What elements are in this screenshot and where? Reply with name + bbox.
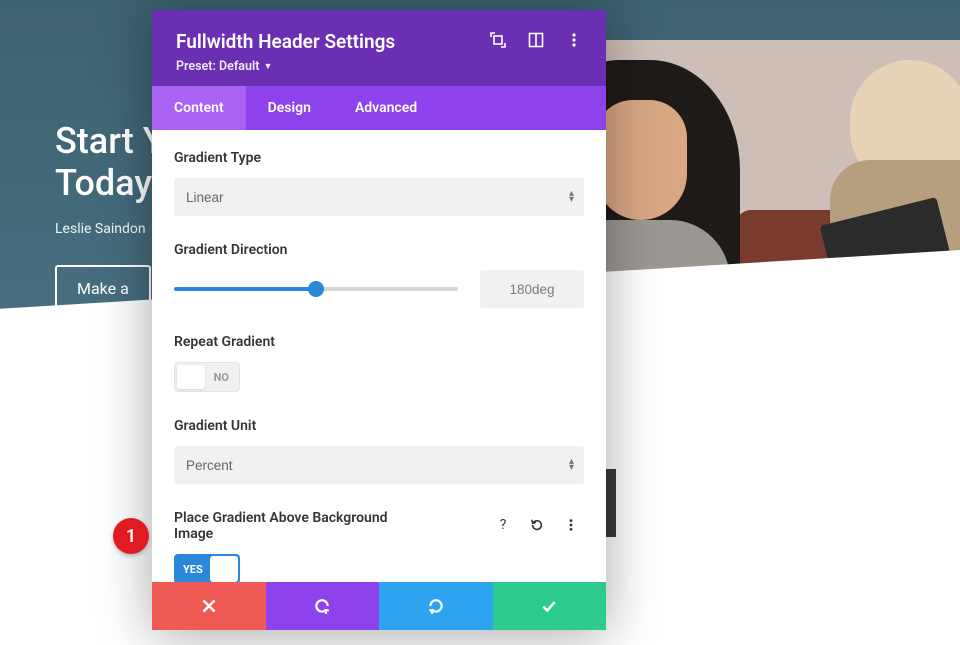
field-gradient-type: Gradient Type Linear ▴▾: [174, 150, 584, 216]
reset-icon[interactable]: [524, 512, 550, 538]
tab-design[interactable]: Design: [246, 86, 333, 130]
field-actions: ?: [490, 512, 584, 538]
hero-content: Start Y Today. Leslie Saindon Make a: [55, 120, 165, 312]
cancel-button[interactable]: [152, 582, 266, 630]
expand-icon[interactable]: [490, 32, 506, 48]
modal-header: Fullwidth Header Settings Preset: Defaul…: [152, 10, 606, 86]
tab-content-label: Content: [174, 100, 224, 116]
gradient-unit-select[interactable]: Percent: [174, 446, 584, 484]
field-gradient-direction: Gradient Direction: [174, 242, 584, 308]
gradient-unit-label: Gradient Unit: [174, 418, 584, 434]
settings-modal: Fullwidth Header Settings Preset: Defaul…: [152, 10, 606, 630]
repeat-gradient-label: Repeat Gradient: [174, 334, 584, 350]
responsive-views-icon[interactable]: [528, 32, 544, 48]
tab-advanced-label: Advanced: [355, 100, 417, 116]
preset-dropdown[interactable]: Preset: Default ▼: [176, 59, 395, 74]
help-icon[interactable]: ?: [490, 512, 516, 538]
place-above-label: Place Gradient Above Background Image: [174, 510, 424, 542]
gradient-type-select[interactable]: Linear: [174, 178, 584, 216]
place-above-toggle[interactable]: YES: [174, 554, 240, 582]
hero-title-line2: Today.: [55, 162, 160, 204]
hero-title-line1: Start Y: [55, 120, 165, 162]
more-options-icon[interactable]: [566, 32, 582, 48]
save-button[interactable]: [493, 582, 607, 630]
select-chevrons-icon: ▴▾: [569, 459, 574, 471]
hero-cta-label: Make a: [77, 279, 129, 298]
more-icon[interactable]: [558, 512, 584, 538]
tab-content[interactable]: Content: [152, 86, 246, 130]
select-chevrons-icon: ▴▾: [569, 191, 574, 203]
repeat-gradient-toggle-label: NO: [214, 371, 229, 384]
toggle-knob: [210, 556, 238, 582]
repeat-gradient-toggle[interactable]: NO: [174, 362, 240, 392]
modal-title: Fullwidth Header Settings: [176, 30, 395, 53]
gradient-direction-input[interactable]: [480, 270, 584, 308]
gradient-direction-slider[interactable]: [174, 287, 458, 291]
preset-label: Preset: Default: [176, 59, 259, 74]
toggle-knob: [177, 365, 205, 389]
field-repeat-gradient: Repeat Gradient NO: [174, 334, 584, 392]
tab-design-label: Design: [268, 100, 311, 116]
place-above-toggle-label: YES: [183, 563, 203, 576]
field-place-above: Place Gradient Above Background Image ? …: [174, 510, 584, 582]
redo-button[interactable]: [379, 582, 493, 630]
modal-footer: [152, 582, 606, 630]
modal-tabs: Content Design Advanced: [152, 86, 606, 130]
undo-button[interactable]: [266, 582, 380, 630]
gradient-type-label: Gradient Type: [174, 150, 584, 166]
tab-advanced[interactable]: Advanced: [333, 86, 439, 130]
modal-body[interactable]: Gradient Type Linear ▴▾ Gradient Directi…: [152, 130, 606, 582]
field-gradient-unit: Gradient Unit Percent ▴▾: [174, 418, 584, 484]
hero-cta-button[interactable]: Make a: [55, 265, 151, 312]
gradient-direction-label: Gradient Direction: [174, 242, 584, 258]
panel-edge: [606, 469, 616, 537]
chevron-down-icon: ▼: [263, 61, 272, 72]
hero-subtitle: Leslie Saindon: [55, 221, 165, 237]
slider-thumb[interactable]: [308, 281, 324, 297]
annotation-step-1-label: 1: [126, 526, 136, 547]
annotation-step-1: 1: [113, 518, 149, 554]
hero-title: Start Y Today.: [55, 120, 165, 205]
